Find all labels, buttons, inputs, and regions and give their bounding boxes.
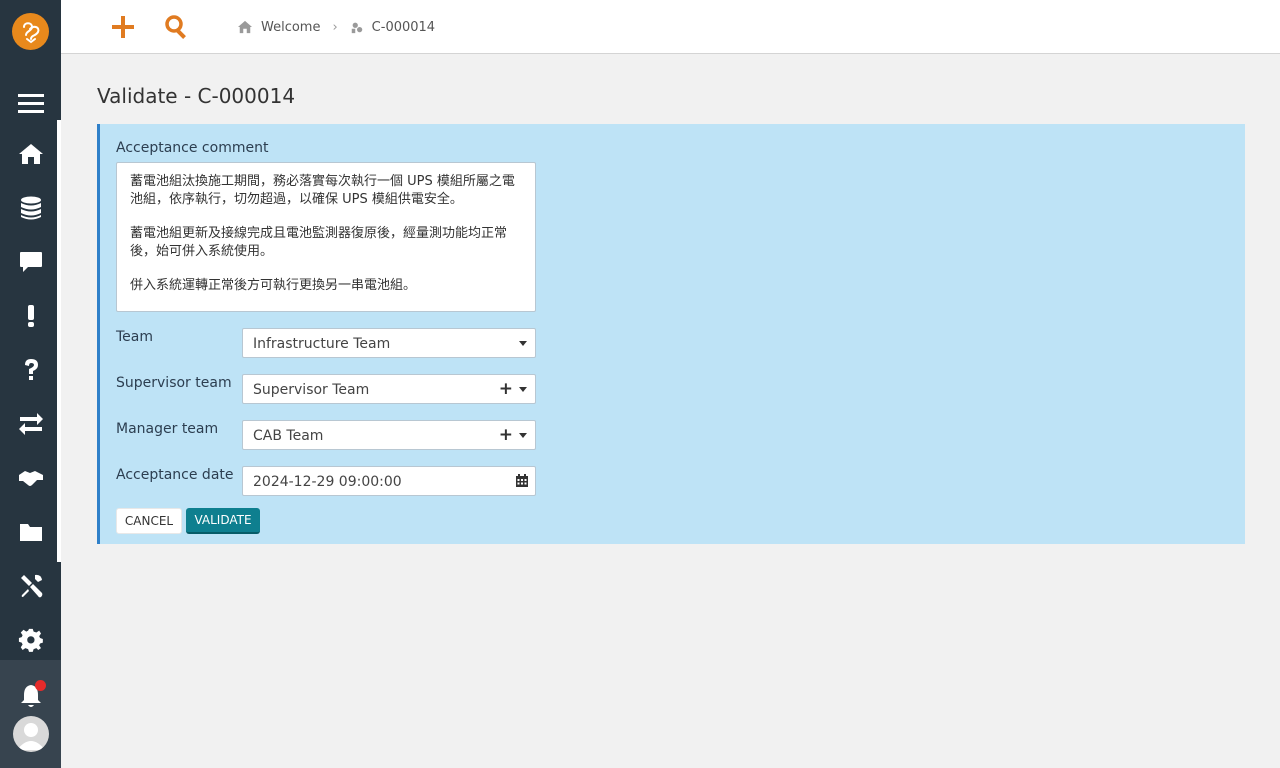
supervisor-team-label: Supervisor team <box>116 375 232 391</box>
change-icon <box>351 22 362 34</box>
acceptance-comment-label: Acceptance comment <box>116 140 269 156</box>
gear-icon[interactable] <box>0 620 61 660</box>
validate-form-panel: Acceptance comment 蓄電池組汰換施工期間，務必落實每次執行一個… <box>97 124 1245 544</box>
search-icon[interactable] <box>161 11 193 43</box>
breadcrumb-separator: › <box>332 19 338 35</box>
notification-badge <box>35 680 46 691</box>
comment-paragraph: 蓄電池組汰換施工期間，務必落實每次執行一個 UPS 模組所屬之電池組，依序執行，… <box>130 174 515 207</box>
acceptance-date-value: 2024-12-29 09:00:00 <box>253 474 402 490</box>
chevron-down-icon[interactable] <box>519 387 527 392</box>
cancel-button[interactable]: CANCEL <box>116 508 182 534</box>
manager-team-label: Manager team <box>116 421 219 437</box>
tools-icon[interactable] <box>0 566 61 606</box>
plus-icon[interactable] <box>107 11 139 43</box>
exclamation-icon[interactable] <box>0 296 61 336</box>
question-icon[interactable] <box>0 350 61 390</box>
chevron-down-icon[interactable] <box>519 433 527 438</box>
chevron-down-icon[interactable] <box>519 341 527 346</box>
breadcrumb: Welcome › C-000014 <box>237 18 435 36</box>
logo-icon[interactable] <box>12 13 49 50</box>
comment-paragraph: 蓄電池組更新及接線完成且電池監測器復原後，經量測功能均正常後，始可併入系統使用。 <box>130 226 508 259</box>
chat-icon[interactable] <box>0 242 61 282</box>
bell-icon[interactable] <box>0 676 61 716</box>
manager-team-select[interactable]: CAB Team + <box>242 420 536 450</box>
validate-button[interactable]: VALIDATE <box>186 508 260 534</box>
supervisor-team-value: Supervisor Team <box>253 382 370 398</box>
avatar-icon[interactable] <box>13 716 49 752</box>
page-title: Validate - C-000014 <box>97 84 296 108</box>
calendar-icon[interactable] <box>516 474 528 487</box>
database-icon[interactable] <box>0 188 61 228</box>
menu-icon[interactable] <box>0 83 61 123</box>
home-icon[interactable] <box>0 134 61 174</box>
acceptance-date-input[interactable]: 2024-12-29 09:00:00 <box>242 466 536 496</box>
folder-icon[interactable] <box>0 512 61 552</box>
team-select[interactable]: Infrastructure Team <box>242 328 536 358</box>
supervisor-team-select[interactable]: Supervisor Team + <box>242 374 536 404</box>
add-icon[interactable]: + <box>499 380 513 398</box>
exchange-icon[interactable] <box>0 404 61 444</box>
acceptance-comment-textarea[interactable]: 蓄電池組汰換施工期間，務必落實每次執行一個 UPS 模組所屬之電池組，依序執行，… <box>116 162 536 312</box>
sidebar-scrollbar[interactable] <box>57 120 61 562</box>
breadcrumb-home[interactable]: Welcome <box>261 20 320 35</box>
acceptance-date-label: Acceptance date <box>116 467 234 483</box>
sidebar <box>0 0 61 768</box>
breadcrumb-current: C-000014 <box>371 19 436 35</box>
add-icon[interactable]: + <box>499 426 513 444</box>
manager-team-value: CAB Team <box>253 428 324 444</box>
topbar: Welcome › C-000014 <box>61 0 1280 54</box>
team-label: Team <box>116 329 154 345</box>
team-value: Infrastructure Team <box>253 336 391 352</box>
comment-paragraph: 併入系統運轉正常後方可執行更換另一串電池組。 <box>130 278 417 293</box>
home-icon <box>238 20 252 34</box>
handshake-icon[interactable] <box>0 458 61 498</box>
